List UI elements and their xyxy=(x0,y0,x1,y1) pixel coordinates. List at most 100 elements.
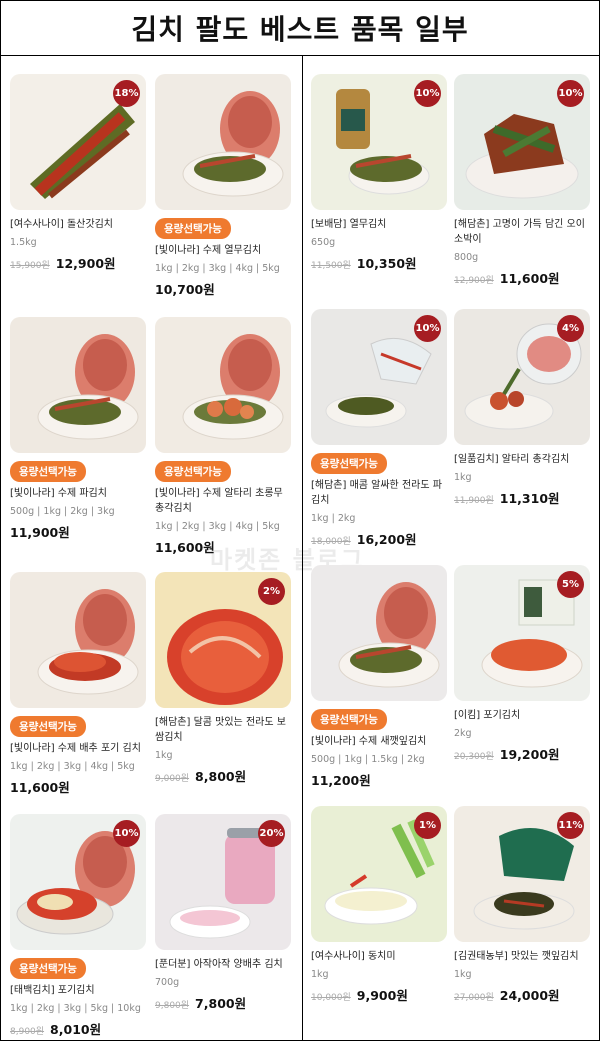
product-card[interactable]: 11% [김권태농부] 맛있는 깻잎김치 1kg 27,000원 24,000원 xyxy=(454,806,590,1004)
product-image[interactable]: 2% xyxy=(155,572,291,708)
product-name[interactable]: [빛이나라] 수제 파김치 xyxy=(10,486,146,501)
product-name[interactable]: [푼더분] 아작아작 양배추 김치 xyxy=(155,957,291,972)
sale-price: 16,200원 xyxy=(356,532,417,547)
product-card[interactable]: 용량선택가능 [빛이나라] 수제 열무김치 1kg | 2kg | 3kg | 4k… xyxy=(155,74,291,298)
option-selectable-tag: 용량선택가능 xyxy=(10,461,86,482)
product-weight-options: 1kg | 2kg | 3kg | 5kg | 10kg xyxy=(10,1003,141,1014)
product-card[interactable]: 10% [해담촌] 고명이 가득 담긴 오이소박이 800g 12,900원 11,60… xyxy=(454,74,590,287)
product-card[interactable]: 1% [여수사나이] 동치미 1kg 10,000원 9,900원 xyxy=(311,806,447,1004)
product-name[interactable]: [해담촌] 매콤 알싸한 전라도 파김치 xyxy=(311,478,447,508)
product-name[interactable]: [이킴] 포기김치 xyxy=(454,708,590,723)
product-image[interactable] xyxy=(155,74,291,210)
price-row: 11,200원 xyxy=(311,770,447,789)
option-selectable-tag: 용량선택가능 xyxy=(311,709,387,730)
product-card[interactable]: 2% [해담촌] 달콤 맛있는 전라도 보쌈김치 1kg 9,000원 8,800원 xyxy=(155,572,291,785)
product-name[interactable]: [빛이나라] 수제 새깻잎김치 xyxy=(311,734,447,749)
sale-price: 11,310원 xyxy=(499,491,560,506)
price-row: 15,900원 12,900원 xyxy=(10,253,146,272)
price-row: 11,900원 xyxy=(10,522,146,541)
product-image[interactable]: 1% xyxy=(311,806,447,942)
product-name[interactable]: [해담촌] 고명이 가득 담긴 오이소박이 xyxy=(454,217,590,247)
product-name[interactable]: [태백김치] 포기김치 xyxy=(10,983,146,998)
price-row: 11,600원 xyxy=(155,537,291,556)
price-row: 18,000원 16,200원 xyxy=(311,529,447,548)
option-selectable-tag: 용량선택가능 xyxy=(155,218,231,239)
product-name[interactable]: [빛이나라] 수제 배추 포기 김치 xyxy=(10,741,146,756)
original-price: 11,500원 xyxy=(311,261,351,271)
product-weight-options: 1kg | 2kg xyxy=(311,513,356,524)
product-card[interactable]: 10% [보배담] 열무김치 650g 11,500원 10,350원 xyxy=(311,74,447,272)
food-illustration-icon xyxy=(182,334,284,440)
sale-price: 11,600원 xyxy=(155,540,215,555)
discount-badge: 18% xyxy=(113,80,140,107)
product-card[interactable]: 4% [일품김치] 알타리 총각김치 1kg 11,900원 11,310원 xyxy=(454,309,590,507)
product-weight-options: 2kg xyxy=(454,728,472,739)
product-name[interactable]: [빛이나라] 수제 알타리 초롱무 총각김치 xyxy=(155,486,291,516)
product-name[interactable]: [여수사나이] 돌산갓김치 xyxy=(10,217,146,232)
product-card[interactable]: 용량선택가능 [빛이나라] 수제 알타리 초롱무 총각김치 1kg | 2kg | … xyxy=(155,317,291,556)
original-price: 9,800원 xyxy=(155,1001,190,1011)
price-row: 10,700원 xyxy=(155,279,291,298)
discount-badge: 1% xyxy=(414,812,441,839)
product-weight-options: 1kg | 2kg | 3kg | 4kg | 5kg xyxy=(10,761,135,772)
product-weight-options: 1kg | 2kg | 3kg | 4kg | 5kg xyxy=(155,263,280,274)
sale-price: 11,900원 xyxy=(10,525,70,540)
product-weight-options: 1.5kg xyxy=(10,237,37,248)
product-card[interactable]: 용량선택가능 [빛이나라] 수제 배추 포기 김치 1kg | 2kg | 3kg … xyxy=(10,572,146,796)
option-selectable-tag: 용량선택가능 xyxy=(10,958,86,979)
price-row: 11,600원 xyxy=(10,777,146,796)
original-price: 18,000원 xyxy=(311,537,351,547)
product-name[interactable]: [보배담] 열무김치 xyxy=(311,217,447,232)
price-row: 27,000원 24,000원 xyxy=(454,985,590,1004)
product-image[interactable]: 20% xyxy=(155,814,291,950)
original-price: 20,300원 xyxy=(454,752,494,762)
product-image[interactable] xyxy=(10,317,146,453)
product-image[interactable]: 10% xyxy=(311,74,447,210)
option-selectable-tag: 용량선택가능 xyxy=(10,716,86,737)
product-card[interactable]: 5% [이킴] 포기김치 2kg 20,300원 19,200원 xyxy=(454,565,590,763)
product-card[interactable]: 10% 용량선택가능 [태백김치] 포기김치 1kg | 2kg | 3kg | 5k… xyxy=(10,814,146,1038)
food-illustration-icon xyxy=(37,589,139,695)
sale-price: 19,200원 xyxy=(499,747,560,762)
product-image[interactable]: 10% xyxy=(311,309,447,445)
product-image[interactable] xyxy=(155,317,291,453)
discount-badge: 20% xyxy=(258,820,285,847)
discount-badge: 4% xyxy=(557,315,584,342)
product-card[interactable]: 용량선택가능 [빛이나라] 수제 파김치 500g | 1kg | 2kg | 3k… xyxy=(10,317,146,541)
food-illustration-icon xyxy=(37,334,139,440)
product-name[interactable]: [빛이나라] 수제 열무김치 xyxy=(155,243,291,258)
option-selectable-tag: 용량선택가능 xyxy=(311,453,387,474)
product-image[interactable] xyxy=(10,572,146,708)
product-weight-options: 500g | 1kg | 2kg | 3kg xyxy=(10,506,115,517)
product-name[interactable]: [해담촌] 달콤 맛있는 전라도 보쌈김치 xyxy=(155,715,291,745)
price-row: 12,900원 11,600원 xyxy=(454,268,590,287)
product-card[interactable]: 용량선택가능 [빛이나라] 수제 새깻잎김치 500g | 1kg | 1.5kg … xyxy=(311,565,447,789)
product-name[interactable]: [일품김치] 알타리 총각김치 xyxy=(454,452,590,467)
product-weight-options: 1kg xyxy=(454,472,472,483)
sale-price: 11,200원 xyxy=(311,773,371,788)
original-price: 10,000원 xyxy=(311,993,351,1003)
product-name[interactable]: [여수사나이] 동치미 xyxy=(311,949,447,964)
product-image[interactable]: 18% xyxy=(10,74,146,210)
product-image[interactable]: 10% xyxy=(10,814,146,950)
sale-price: 7,800원 xyxy=(195,996,247,1011)
discount-badge: 5% xyxy=(557,571,584,598)
product-image[interactable]: 10% xyxy=(454,74,590,210)
product-weight-options: 650g xyxy=(311,237,336,248)
original-price: 11,900원 xyxy=(454,496,494,506)
product-name[interactable]: [김권태농부] 맛있는 깻잎김치 xyxy=(454,949,590,964)
product-image[interactable]: 4% xyxy=(454,309,590,445)
sale-price: 9,900원 xyxy=(356,988,408,1003)
product-image[interactable]: 11% xyxy=(454,806,590,942)
product-card[interactable]: 18% [여수사나이] 돌산갓김치 1.5kg 15,900원 12,900원 xyxy=(10,74,146,272)
product-image[interactable] xyxy=(311,565,447,701)
sale-price: 8,800원 xyxy=(195,769,247,784)
price-row: 11,900원 11,310원 xyxy=(454,488,590,507)
discount-badge: 10% xyxy=(414,80,441,107)
sale-price: 10,700원 xyxy=(155,282,215,297)
product-card[interactable]: 20% [푼더분] 아작아작 양배추 김치 700g 9,800원 7,800원 xyxy=(155,814,291,1012)
product-image[interactable]: 5% xyxy=(454,565,590,701)
price-row: 9,000원 8,800원 xyxy=(155,766,291,785)
product-weight-options: 1kg | 2kg | 3kg | 4kg | 5kg xyxy=(155,521,280,532)
product-card[interactable]: 10% 용량선택가능 [해담촌] 매콤 알싸한 전라도 파김치 1kg | 2kg 18… xyxy=(311,309,447,548)
